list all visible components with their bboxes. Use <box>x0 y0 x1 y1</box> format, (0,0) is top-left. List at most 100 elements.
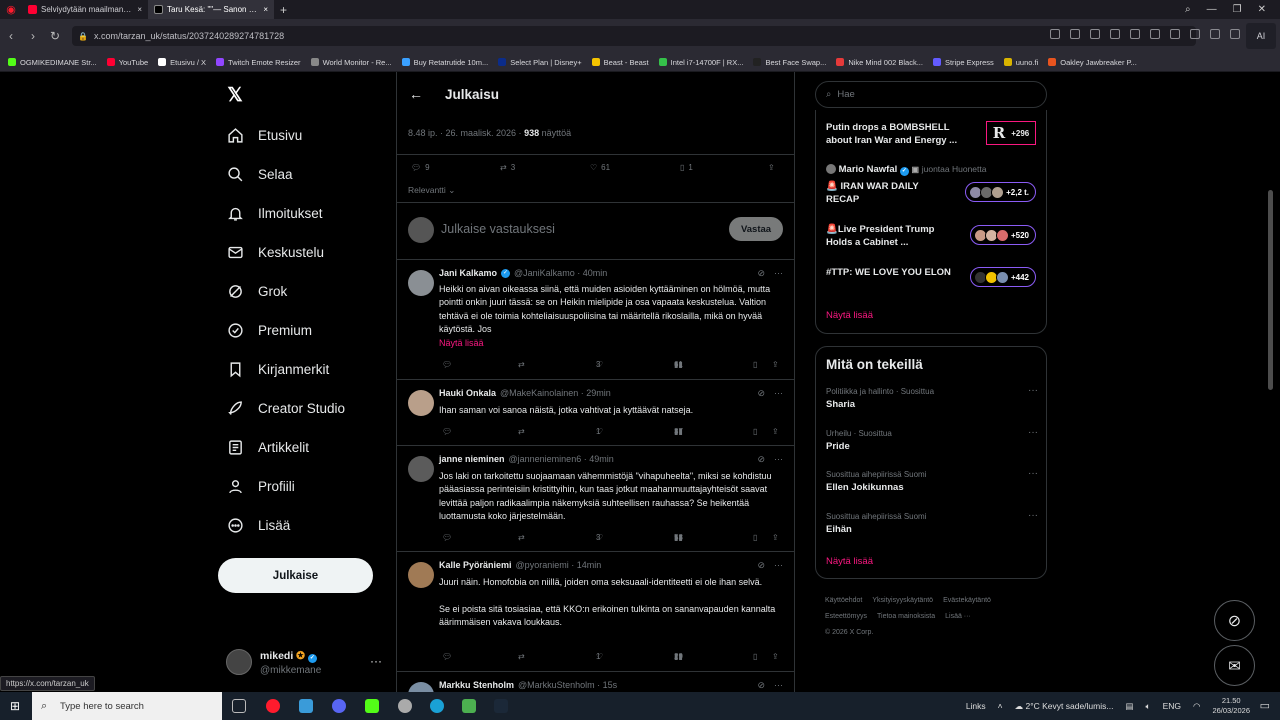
close-tab-icon[interactable]: × <box>137 5 142 14</box>
nav-item-keskustelu[interactable]: Keskustelu <box>226 243 324 261</box>
author-handle[interactable]: @pyoraniemi · 14min <box>516 560 602 570</box>
clock[interactable]: 21.50 26/03/2026 <box>1212 696 1250 716</box>
avatar[interactable] <box>408 390 434 416</box>
live-item[interactable]: 🚨 IRAN WAR DAILY RECAP <box>826 181 951 206</box>
like-action[interactable]: ♡ 61 <box>590 163 610 172</box>
more-icon[interactable]: ··· <box>774 680 783 691</box>
bookmark-item[interactable]: Best Face Swap... <box>753 58 836 67</box>
author-name[interactable]: Kalle Pyöräniemi <box>439 560 512 570</box>
url-field[interactable]: 🔒 x.com/tarzan_uk/status/203724028927478… <box>72 26 1196 46</box>
bookmark-item[interactable]: Oakley Jawbreaker P... <box>1048 58 1147 67</box>
trend-item[interactable]: Suosittua aihepiirissä Suomi Eihän ··· <box>826 510 1038 535</box>
kick-icon[interactable] <box>365 699 379 713</box>
bookmark-item[interactable]: Buy Retatrutide 10m... <box>401 58 499 67</box>
notifications-icon[interactable]: ▭ <box>1260 699 1270 712</box>
nav-item-etusivu[interactable]: Etusivu <box>226 126 302 144</box>
grok-icon[interactable]: ⊘ <box>757 388 765 399</box>
show-more-link[interactable]: Näytä lisää <box>826 556 873 567</box>
search-tabs-icon[interactable]: ⌕ <box>1185 4 1191 15</box>
trend-item[interactable]: Urheilu · Suosittua Pride ··· <box>826 427 1038 452</box>
author-name[interactable]: janne nieminen <box>439 454 505 464</box>
network-icon[interactable]: ▤ <box>1125 701 1133 712</box>
avatar[interactable] <box>408 456 434 482</box>
footer-link[interactable]: Yksityisyyskäytäntö <box>872 597 933 604</box>
reply-tweet[interactable]: janne nieminen @jannenieminen6 · 49min ⊘ ··… <box>397 446 794 552</box>
new-tab-icon[interactable]: + <box>274 3 287 17</box>
extension-icon[interactable] <box>1210 29 1220 39</box>
live-item[interactable]: 🚨Live President Trump Holds a Cabinet ..… <box>826 224 951 249</box>
footer-link[interactable]: Lisää ··· <box>945 613 971 620</box>
nav-item-selaa[interactable]: Selaa <box>226 165 293 183</box>
bookmark-item[interactable]: Twitch Emote Resizer <box>216 58 311 67</box>
edge-icon[interactable] <box>430 699 444 713</box>
nav-item-profiili[interactable]: Profiili <box>226 477 295 495</box>
grok-icon[interactable]: ⊘ <box>757 560 765 571</box>
reply-tweet[interactable]: Jani Kalkamo ✓ @JaniKalkamo · 40min ⊘ ··· Hei… <box>397 260 794 380</box>
bookmark-item[interactable]: Etusivu / X <box>158 58 216 67</box>
author-handle[interactable]: @MakeKainolainen · 29min <box>500 388 611 398</box>
footer-link[interactable]: Tietoa mainoksista <box>877 613 935 620</box>
avatar[interactable] <box>408 562 434 588</box>
camera-icon[interactable] <box>1070 29 1080 39</box>
reply-input[interactable]: Julkaise vastauksesi <box>441 222 555 236</box>
bookmark-item[interactable]: Nike Mind 002 Black... <box>836 58 933 67</box>
shield-icon[interactable] <box>398 699 412 713</box>
browser-tab[interactable]: Selviydytään maailman vaa × <box>22 0 148 19</box>
bookmark-item[interactable]: YouTube <box>106 58 158 67</box>
live-item[interactable]: Putin drops a BOMBSHELL about Iran War a… <box>826 122 976 147</box>
discord-icon[interactable] <box>332 699 346 713</box>
reply-tweet[interactable]: Kalle Pyöräniemi @pyoraniemi · 14min ⊘ ··· J… <box>397 552 794 672</box>
live-pill[interactable]: +2,2 t. <box>965 182 1036 202</box>
author-handle[interactable]: @JaniKalkamo · 40min <box>514 268 607 278</box>
more-icon[interactable]: ··· <box>370 654 382 668</box>
close-tab-icon[interactable]: × <box>263 5 268 14</box>
bookmark-item[interactable]: Select Plan | Disney+ <box>498 58 591 67</box>
show-more-link[interactable]: Näytä lisää <box>826 310 873 321</box>
bookmark-item[interactable]: OGMIKEDIMANE Str... <box>8 58 107 67</box>
steam-icon[interactable] <box>494 699 508 713</box>
more-icon[interactable]: ··· <box>774 388 783 399</box>
nav-item-creator-studio[interactable]: Creator Studio <box>226 399 345 417</box>
play-icon[interactable] <box>1110 29 1120 39</box>
more-icon[interactable]: ··· <box>774 268 783 279</box>
bookmark-item[interactable]: Stripe Express <box>932 58 1004 67</box>
opera-icon[interactable] <box>266 699 280 713</box>
grok-icon[interactable]: ⊘ <box>757 454 765 465</box>
bookmark-action[interactable]: ▯ 1 <box>680 163 693 172</box>
back-icon[interactable]: ‹ <box>0 29 22 43</box>
post-button[interactable]: Julkaise <box>218 558 373 593</box>
close-window-icon[interactable]: ✕ <box>1258 4 1266 15</box>
maximize-window-icon[interactable]: ❐ <box>1233 4 1242 15</box>
play-icon[interactable] <box>462 699 476 713</box>
shield-icon[interactable] <box>1090 29 1100 39</box>
chevron-up-icon[interactable]: ˄ <box>998 701 1003 711</box>
author-name[interactable]: Hauki Onkala <box>439 388 496 398</box>
avatar[interactable] <box>408 270 434 296</box>
nav-item-artikkelit[interactable]: Artikkelit <box>226 438 309 456</box>
bookmark-item[interactable]: Intel i7-14700F | RX... <box>658 58 754 67</box>
heart-icon[interactable] <box>1130 29 1140 39</box>
share-action[interactable]: ⇪ <box>768 163 775 172</box>
windows-start-icon[interactable]: ⊞ <box>10 699 20 713</box>
trend-item[interactable]: Suosittua aihepiirissä Suomi Ellen Jokiku… <box>826 468 1038 493</box>
reply-action[interactable]: 💬︎ 9 <box>411 163 430 172</box>
footer-link[interactable]: Evästekäytäntö <box>943 597 991 604</box>
profile-icon[interactable] <box>1190 29 1200 39</box>
menu-icon[interactable] <box>1170 29 1180 39</box>
nav-item-premium[interactable]: Premium <box>226 321 312 339</box>
nav-item-kirjanmerkit[interactable]: Kirjanmerkit <box>226 360 329 378</box>
search-input[interactable]: ⌕ Hae <box>815 81 1047 108</box>
more-icon[interactable]: ··· <box>1028 385 1038 396</box>
live-pill[interactable]: +442 <box>969 267 1036 287</box>
volume-icon[interactable]: 🔈︎ <box>1146 701 1151 712</box>
page-action-icon[interactable] <box>1050 29 1060 39</box>
author-name[interactable]: Markku Stenholm <box>439 680 514 690</box>
forward-icon[interactable]: › <box>22 29 44 43</box>
reply-sort-select[interactable]: Relevantti ⌄ <box>408 185 455 196</box>
more-icon[interactable]: ··· <box>774 560 783 571</box>
minimize-window-icon[interactable]: — <box>1207 4 1217 15</box>
ai-button[interactable]: AI <box>1246 23 1276 49</box>
live-item[interactable]: #TTP: WE LOVE YOU ELON <box>826 267 966 280</box>
x-logo-icon[interactable]: 𝕏 <box>225 86 245 106</box>
footer-link[interactable]: © 2026 X Corp. <box>825 629 873 636</box>
